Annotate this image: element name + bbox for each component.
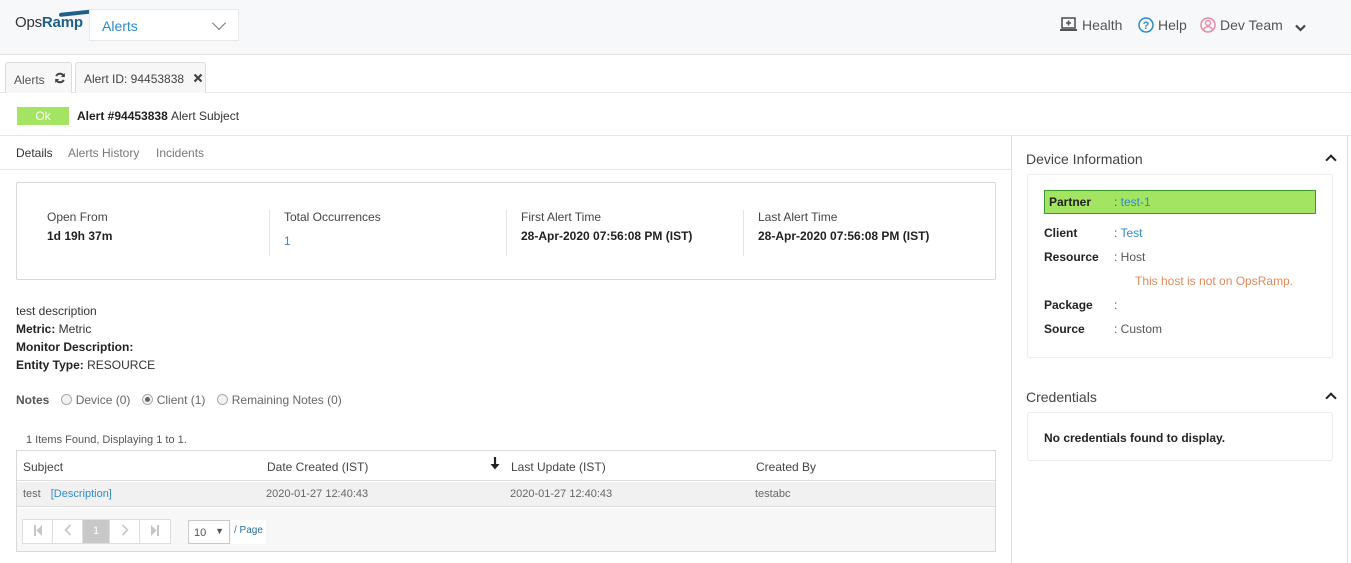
monitor-description-line: Monitor Description: [16,340,134,354]
chevron-down-icon [211,15,227,31]
summary-open-from: Open From 1d 19h 37m [47,210,113,243]
page-size-select[interactable]: 10 ▼ [188,520,230,544]
close-icon[interactable] [193,72,203,86]
credentials-card: No credentials found to display. [1027,412,1333,461]
detail-tabs: Details Alerts History Incidents [0,136,1011,170]
current-page[interactable]: 1 [83,520,110,543]
chevron-left-icon [63,524,71,536]
chevron-up-icon[interactable] [1325,392,1337,404]
device-info-client: Client : Test [1044,226,1143,240]
tab-alert-id[interactable]: Alert ID: 94453838 [75,62,206,93]
occurrences-link[interactable]: 1 [284,234,291,248]
notes-radio-remaining[interactable]: Remaining Notes (0) [216,393,342,407]
user-menu[interactable]: Dev Team [1200,17,1310,36]
column-last-update[interactable]: Last Update (IST) [511,460,606,474]
cell-subject: test [Description] [23,488,112,500]
chevron-up-icon[interactable] [1325,154,1337,166]
summary-last-alert-time: Last Alert Time 28-Apr-2020 07:56:08 PM … [743,210,979,256]
radio-icon [60,394,72,405]
alert-description: test description Metric: Metric Monitor … [16,302,155,374]
notes-radio-client[interactable]: Client (1) [141,393,205,407]
last-page-icon [151,525,159,536]
user-avatar-icon [1200,17,1216,36]
no-credentials-text: No credentials found to display. [1044,431,1226,445]
column-created-by[interactable]: Created By [756,460,816,474]
tab-incidents[interactable]: Incidents [156,146,204,160]
next-page-button[interactable] [110,520,140,543]
dropdown-triangle-icon: ▼ [215,526,224,536]
partner-link[interactable]: test-1 [1121,195,1151,209]
sort-desc-icon[interactable] [490,457,500,473]
health-button[interactable]: Health [1060,17,1122,35]
client-link[interactable]: Test [1120,226,1142,240]
cell-created-by: testabc [755,488,791,500]
first-page-button[interactable] [23,520,53,543]
table-row[interactable]: test [Description] 2020-01-27 12:40:43 20… [17,482,995,507]
pagination-buttons: 1 [22,519,171,544]
device-info-card: Partner : test-1 Client : Test Resource … [1027,174,1333,358]
device-info-source: Source : Custom [1044,322,1163,336]
alert-header: Ok Alert #94453838 Alert Subject [0,93,1351,136]
notes-table: Subject Date Created (IST) Last Update (… [16,450,996,552]
top-bar: OpsRamp Alerts Health ? Help Dev Team [0,0,1351,55]
page-tabs: Alerts Alert ID: 94453838 [0,55,1351,93]
tab-details[interactable]: Details [16,146,53,160]
summary-total-occurrences: Total Occurrences 1 [269,210,505,256]
module-select-value: Alerts [102,18,138,34]
opsramp-logo[interactable]: OpsRamp [15,9,96,31]
svg-text:?: ? [1143,20,1150,32]
refresh-icon[interactable] [54,72,66,87]
status-badge: Ok [17,107,69,125]
radio-checked-icon [141,394,153,405]
alert-subject: Alert Subject [171,109,240,123]
per-page-label: / Page [231,520,266,544]
pagination: 1 10 ▼ / Page [17,508,995,551]
credentials-title: Credentials [1026,389,1097,405]
chevron-right-icon [121,524,129,536]
table-header: Subject Date Created (IST) Last Update (… [17,451,995,481]
last-page-button[interactable] [140,520,170,543]
alert-details-panel: Details Alerts History Incidents Open Fr… [0,136,1011,563]
prev-page-button[interactable] [53,520,83,543]
alert-summary: Open From 1d 19h 37m Total Occurrences 1… [16,182,996,280]
cell-last-update: 2020-01-27 12:40:43 [510,488,613,500]
column-date-created[interactable]: Date Created (IST) [267,460,368,474]
notes-radio-device[interactable]: Device (0) [60,393,130,407]
right-sidebar: Device Information Partner : test-1 Clie… [1011,136,1348,563]
column-subject[interactable]: Subject [23,460,63,474]
host-warning: This host is not on OpsRamp. [1135,274,1294,288]
notes-filter: Notes Device (0) Client (1) Remaining No… [16,393,350,407]
monitor-plus-icon [1060,17,1078,35]
cell-date-created: 2020-01-27 12:40:43 [266,488,369,500]
device-info-title: Device Information [1026,151,1143,167]
first-page-icon [33,525,42,536]
description-text: test description [16,304,97,318]
tab-alerts-history[interactable]: Alerts History [68,146,139,160]
alert-number: Alert #94453838 [77,109,168,123]
chevron-down-icon [1294,19,1306,35]
items-found-text: 1 Items Found, Displaying 1 to 1. [26,434,187,446]
metric-line: Metric: Metric [16,322,92,336]
tab-alerts[interactable]: Alerts [5,62,72,93]
radio-icon [216,394,228,405]
module-select[interactable]: Alerts [89,9,239,41]
device-info-package: Package : [1044,298,1118,312]
device-info-resource: Resource : Host [1044,250,1146,264]
summary-first-alert-time: First Alert Time 28-Apr-2020 07:56:08 PM… [506,210,742,256]
help-circle-icon: ? [1138,17,1154,36]
notes-label: Notes [16,393,50,407]
help-button[interactable]: ? Help [1138,17,1187,36]
description-link[interactable]: [Description] [51,488,112,500]
entity-type-line: Entity Type: RESOURCE [16,358,156,372]
device-info-partner: Partner : test-1 [1044,190,1316,214]
